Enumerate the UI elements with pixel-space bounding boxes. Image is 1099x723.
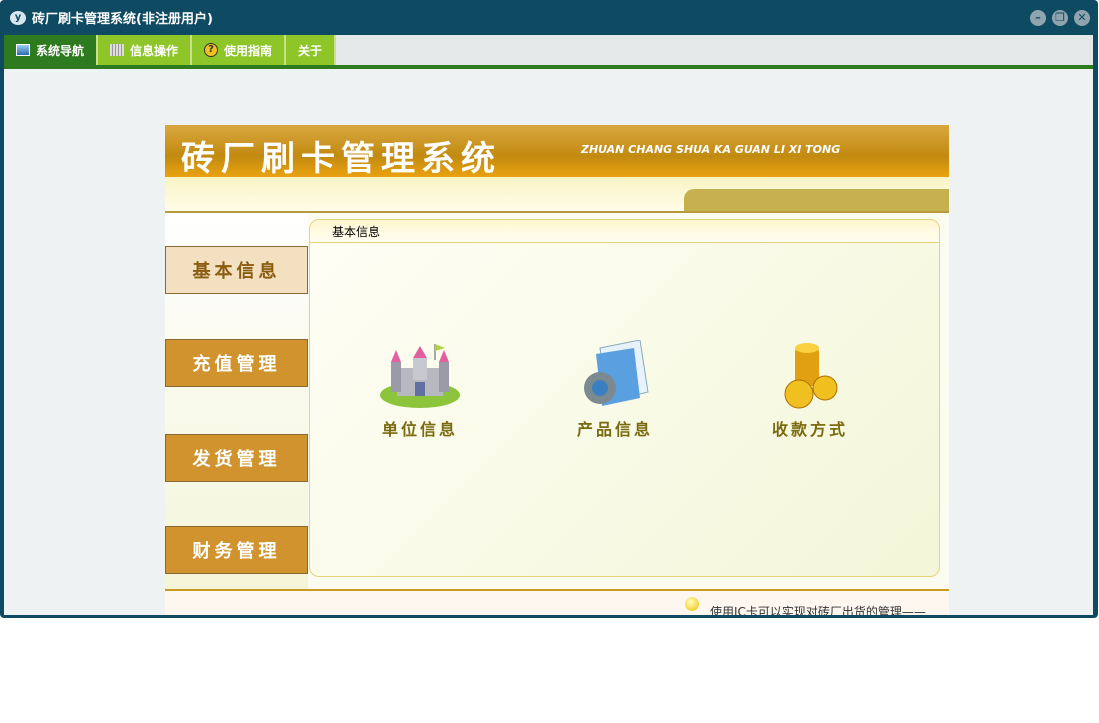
restore-button[interactable]: ❐	[1052, 10, 1068, 26]
help-icon: ?	[204, 43, 219, 57]
banner: 砖厂刷卡管理系统 ZHUAN CHANG SHUA KA GUAN LI XI …	[165, 125, 949, 179]
payment-method-item[interactable]: 收款方式	[750, 340, 870, 440]
sidebar: 基本信息 充值管理 发货管理 财务管理	[165, 213, 308, 589]
sidebar-item-recharge[interactable]: 充值管理	[165, 339, 308, 387]
monitor-icon	[16, 44, 30, 56]
sidebar-item-finance[interactable]: 财务管理	[165, 526, 308, 574]
menu-label: 信息操作	[130, 43, 179, 58]
main-panel: 砖厂刷卡管理系统 ZHUAN CHANG SHUA KA GUAN LI XI …	[165, 125, 949, 615]
castle-icon	[380, 344, 460, 408]
menu-label: 使用指南	[224, 43, 273, 58]
menu-label: 系统导航	[36, 43, 85, 58]
menu-system-nav[interactable]: 系统导航	[4, 35, 99, 65]
menu-about[interactable]: 关于	[286, 35, 337, 65]
banner-subtitle: ZHUAN CHANG SHUA KA GUAN LI XI TONG	[581, 143, 841, 156]
app-logo-icon: y	[10, 10, 26, 25]
banner-band	[165, 177, 949, 213]
item-label: 收款方式	[771, 420, 848, 439]
menu-user-guide[interactable]: ? 使用指南	[192, 35, 287, 65]
item-label: 单位信息	[381, 420, 458, 439]
window-title: 砖厂刷卡管理系统(非注册用户)	[32, 12, 213, 27]
sidebar-item-basic-info[interactable]: 基本信息	[165, 246, 308, 294]
title-bar: y 砖厂刷卡管理系统(非注册用户) – ❐ ✕	[0, 0, 1098, 35]
item-label: 产品信息	[576, 420, 653, 439]
footer: 使用IC卡可以实现对砖厂出货的管理——	[165, 589, 949, 615]
app-window: y 砖厂刷卡管理系统(非注册用户) – ❐ ✕ 系统导航 信息操作 ? 使用指南 …	[0, 0, 1098, 618]
bulb-icon	[685, 597, 699, 611]
banner-title: 砖厂刷卡管理系统	[181, 139, 501, 179]
grid-icon	[110, 44, 125, 56]
menu-label: 关于	[298, 43, 323, 58]
footer-text: 使用IC卡可以实现对砖厂出货的管理——	[710, 605, 926, 615]
content-panel: 基本信息 单位信息 产品信息 收款方式	[309, 219, 940, 577]
menu-bar: 系统导航 信息操作 ? 使用指南 关于	[4, 35, 1093, 69]
unit-info-item[interactable]: 单位信息	[360, 340, 480, 440]
sidebar-item-shipping[interactable]: 发货管理	[165, 434, 308, 482]
content-tab: 基本信息	[310, 220, 939, 243]
client-area: 系统导航 信息操作 ? 使用指南 关于 砖厂刷卡管理系统 ZHUAN CHANG …	[4, 35, 1093, 615]
product-info-item[interactable]: 产品信息	[555, 340, 675, 440]
close-button[interactable]: ✕	[1074, 10, 1090, 26]
coins-icon	[784, 343, 838, 409]
gear-document-icon	[584, 340, 649, 406]
menu-info-ops[interactable]: 信息操作	[98, 35, 193, 65]
minimize-button[interactable]: –	[1030, 10, 1046, 26]
